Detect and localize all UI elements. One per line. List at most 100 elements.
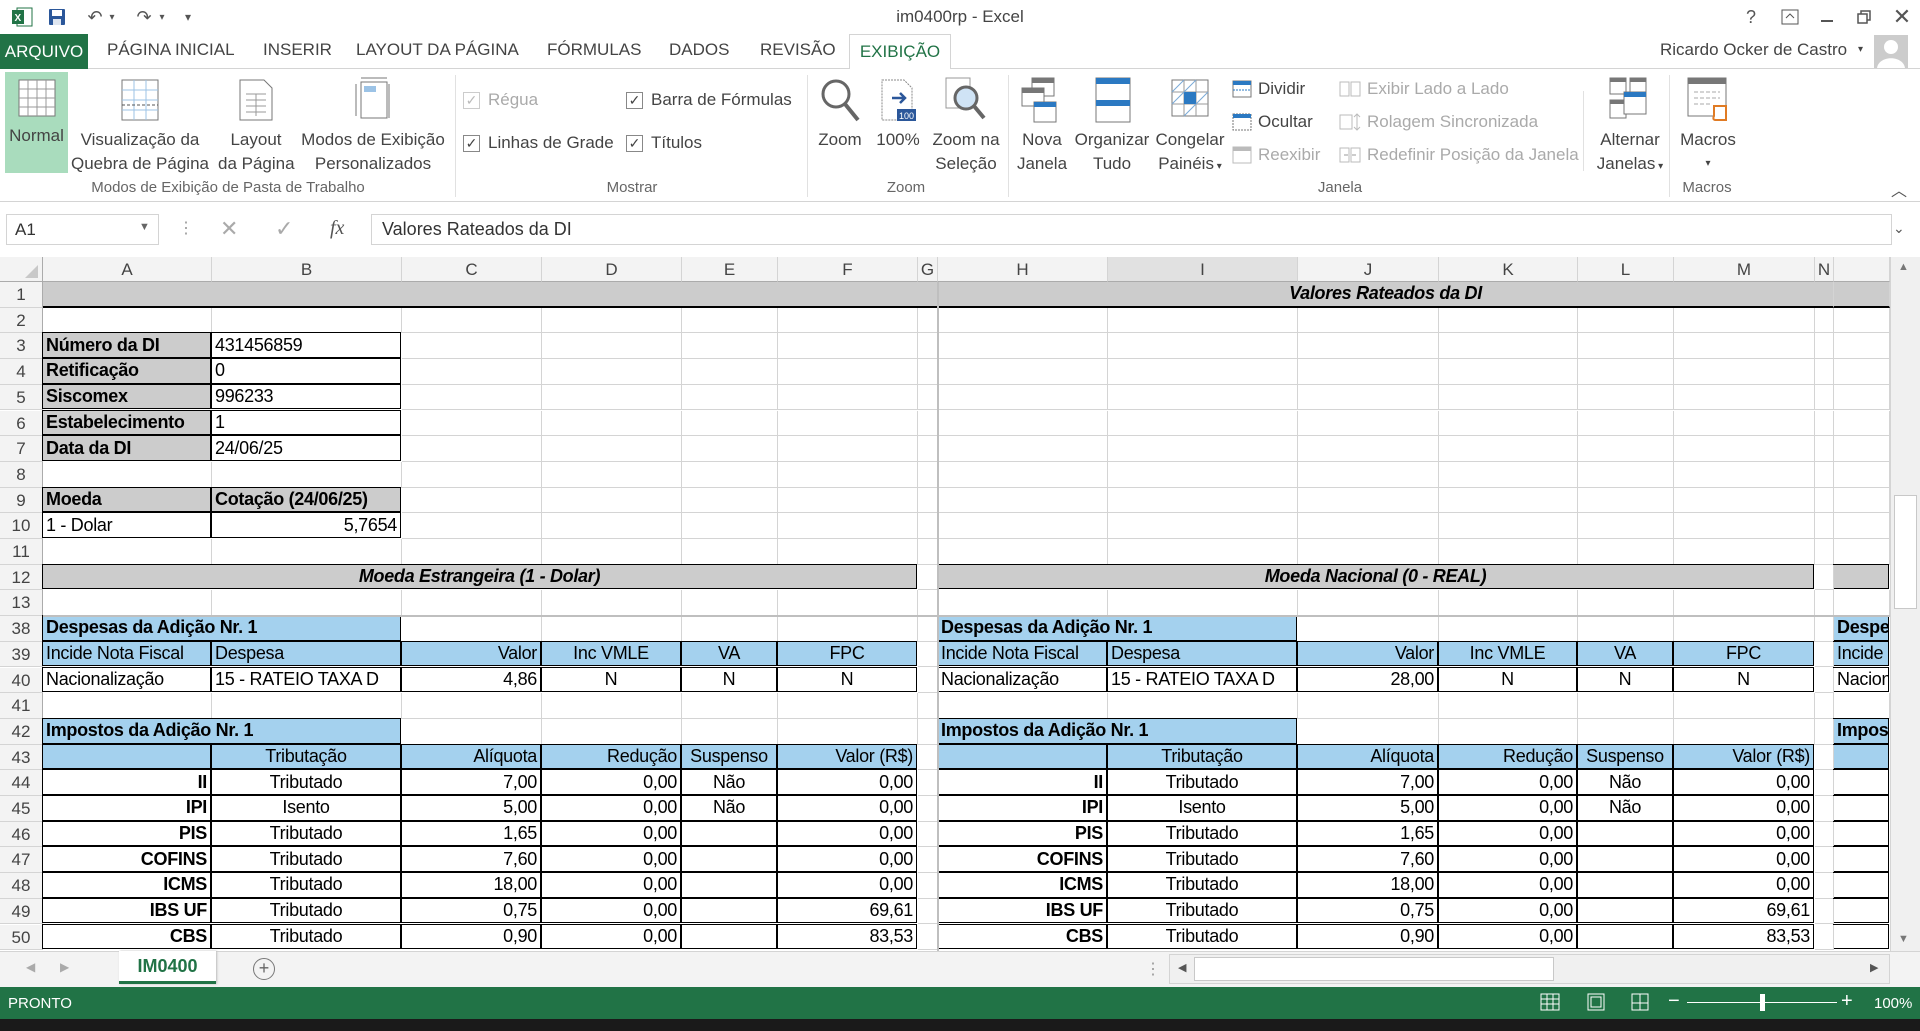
cell-H1[interactable]: Valores Rateados da DI xyxy=(938,282,1834,308)
cell-D8[interactable] xyxy=(542,461,682,488)
cell-C3[interactable] xyxy=(402,333,542,360)
cell-H50[interactable]: CBS xyxy=(937,923,1107,950)
cell-K46[interactable]: 0,00 xyxy=(1438,820,1577,847)
new-sheet-icon[interactable]: + xyxy=(253,958,275,980)
zoom-selection-button[interactable]: Zoom na Seleção xyxy=(926,72,1006,176)
formula-bar-checkbox[interactable]: ✓ Barra de Fórmulas xyxy=(626,90,792,110)
row-header-3[interactable]: 3 xyxy=(0,333,43,360)
cell-E44[interactable]: Não xyxy=(681,769,777,795)
cell-K44[interactable]: 0,00 xyxy=(1438,769,1577,795)
cell-I10[interactable] xyxy=(1108,513,1298,539)
cell-C47[interactable]: 7,60 xyxy=(401,846,541,873)
cell-D13[interactable] xyxy=(542,590,682,617)
cell-C6[interactable] xyxy=(402,410,542,437)
cell-J8[interactable] xyxy=(1298,461,1439,488)
cell-H7[interactable] xyxy=(938,436,1108,462)
cell-M39[interactable]: FPC xyxy=(1673,640,1814,667)
macros-button[interactable]: Macros ▾ xyxy=(1676,72,1740,176)
cell-B2[interactable] xyxy=(212,307,402,334)
cell-D42[interactable] xyxy=(542,718,682,745)
cell-O39[interactable]: Incide Nota Fiscal xyxy=(1833,640,1889,667)
cell-N12[interactable] xyxy=(1815,564,1834,591)
column-header-B[interactable]: B xyxy=(212,257,402,282)
cell-D46[interactable]: 0,00 xyxy=(541,820,681,847)
cell-D43[interactable]: Redução xyxy=(541,743,681,770)
cell-I39[interactable]: Despesa xyxy=(1107,640,1297,667)
cell-A2[interactable] xyxy=(43,307,212,334)
cell-A43[interactable] xyxy=(42,743,211,770)
cell-J6[interactable] xyxy=(1298,410,1439,437)
zoom-in-icon[interactable]: + xyxy=(1841,990,1853,1013)
cell-A10[interactable]: 1 - Dolar xyxy=(42,512,211,538)
cell-J4[interactable] xyxy=(1298,359,1439,385)
cell-K2[interactable] xyxy=(1439,307,1578,334)
cell-O41[interactable] xyxy=(1834,693,1890,719)
cell-M5[interactable] xyxy=(1674,384,1815,411)
cell-L46[interactable] xyxy=(1577,820,1673,847)
cell-F44[interactable]: 0,00 xyxy=(777,769,917,795)
cell-J13[interactable] xyxy=(1298,590,1439,617)
cell-H38[interactable]: Despesas da Adição Nr. 1 xyxy=(937,615,1297,641)
cell-C4[interactable] xyxy=(402,359,542,385)
cell-H2[interactable] xyxy=(938,307,1108,334)
cell-C48[interactable]: 18,00 xyxy=(401,872,541,898)
column-header-A[interactable]: A xyxy=(43,257,212,282)
cell-L3[interactable] xyxy=(1578,333,1674,360)
cell-C38[interactable] xyxy=(402,616,542,642)
cell-N49[interactable] xyxy=(1815,898,1834,925)
cell-F7[interactable] xyxy=(778,436,918,462)
cell-M10[interactable] xyxy=(1674,513,1815,539)
cell-F13[interactable] xyxy=(778,590,918,617)
column-header-K[interactable]: K xyxy=(1439,257,1578,282)
cell-H4[interactable] xyxy=(938,359,1108,385)
column-header-E[interactable]: E xyxy=(682,257,778,282)
cell-A11[interactable] xyxy=(43,539,212,565)
cell-N5[interactable] xyxy=(1815,384,1834,411)
cell-M45[interactable]: 0,00 xyxy=(1673,795,1814,821)
cell-G47[interactable] xyxy=(918,847,938,874)
cell-J49[interactable]: 0,75 xyxy=(1297,897,1438,924)
cell-C9[interactable] xyxy=(402,487,542,514)
column-header-G[interactable]: G xyxy=(918,257,938,282)
cell-E39[interactable]: VA xyxy=(681,640,777,667)
cell-I40[interactable]: 15 - RATEIO TAXA D xyxy=(1107,666,1297,693)
cell-A9[interactable]: Moeda xyxy=(42,486,211,513)
cell-C10[interactable] xyxy=(402,513,542,539)
row-header-48[interactable]: 48 xyxy=(0,873,43,899)
cell-C5[interactable] xyxy=(402,384,542,411)
column-header-next[interactable] xyxy=(1834,257,1890,282)
cell-L38[interactable] xyxy=(1578,616,1674,642)
cell-O13[interactable] xyxy=(1834,590,1890,617)
column-header-L[interactable]: L xyxy=(1578,257,1674,282)
cell-E11[interactable] xyxy=(682,539,778,565)
cell-I13[interactable] xyxy=(1108,590,1298,617)
expand-formula-bar-icon[interactable]: ⌄ xyxy=(1893,220,1905,237)
cell-B13[interactable] xyxy=(212,590,402,617)
cell-C2[interactable] xyxy=(402,307,542,334)
cell-H47[interactable]: COFINS xyxy=(937,846,1107,873)
cell-L40[interactable]: N xyxy=(1577,666,1673,693)
cell-J9[interactable] xyxy=(1298,487,1439,514)
cell-G42[interactable] xyxy=(918,718,938,745)
cell-K47[interactable]: 0,00 xyxy=(1438,846,1577,873)
select-all-button[interactable] xyxy=(0,257,43,282)
worksheet-grid[interactable]: A B C D E F G H I J K L M N 1 Valores Rateados da DI 2 3 N… xyxy=(0,257,1890,951)
cell-L44[interactable]: Não xyxy=(1577,769,1673,795)
cell-G2[interactable] xyxy=(918,307,938,334)
cell-B40[interactable]: 15 - RATEIO TAXA D xyxy=(211,666,401,693)
cell-K5[interactable] xyxy=(1439,384,1578,411)
cell-H6[interactable] xyxy=(938,410,1108,437)
cell-G6[interactable] xyxy=(918,410,938,437)
cell-G7[interactable] xyxy=(918,436,938,462)
tab-review[interactable]: REVISÃO xyxy=(760,40,836,60)
cell-J47[interactable]: 7,60 xyxy=(1297,846,1438,873)
cell-M44[interactable]: 0,00 xyxy=(1673,769,1814,795)
horizontal-scrollbar[interactable]: ◀ ▶ xyxy=(1169,954,1890,984)
cell-J44[interactable]: 7,00 xyxy=(1297,769,1438,795)
cell-F4[interactable] xyxy=(778,359,918,385)
tab-home[interactable]: PÁGINA INICIAL xyxy=(107,40,235,60)
cell-M41[interactable] xyxy=(1674,693,1815,719)
cell-I45[interactable]: Isento xyxy=(1107,795,1297,821)
cell-O7[interactable] xyxy=(1834,436,1890,462)
cell-O46[interactable] xyxy=(1833,820,1889,847)
